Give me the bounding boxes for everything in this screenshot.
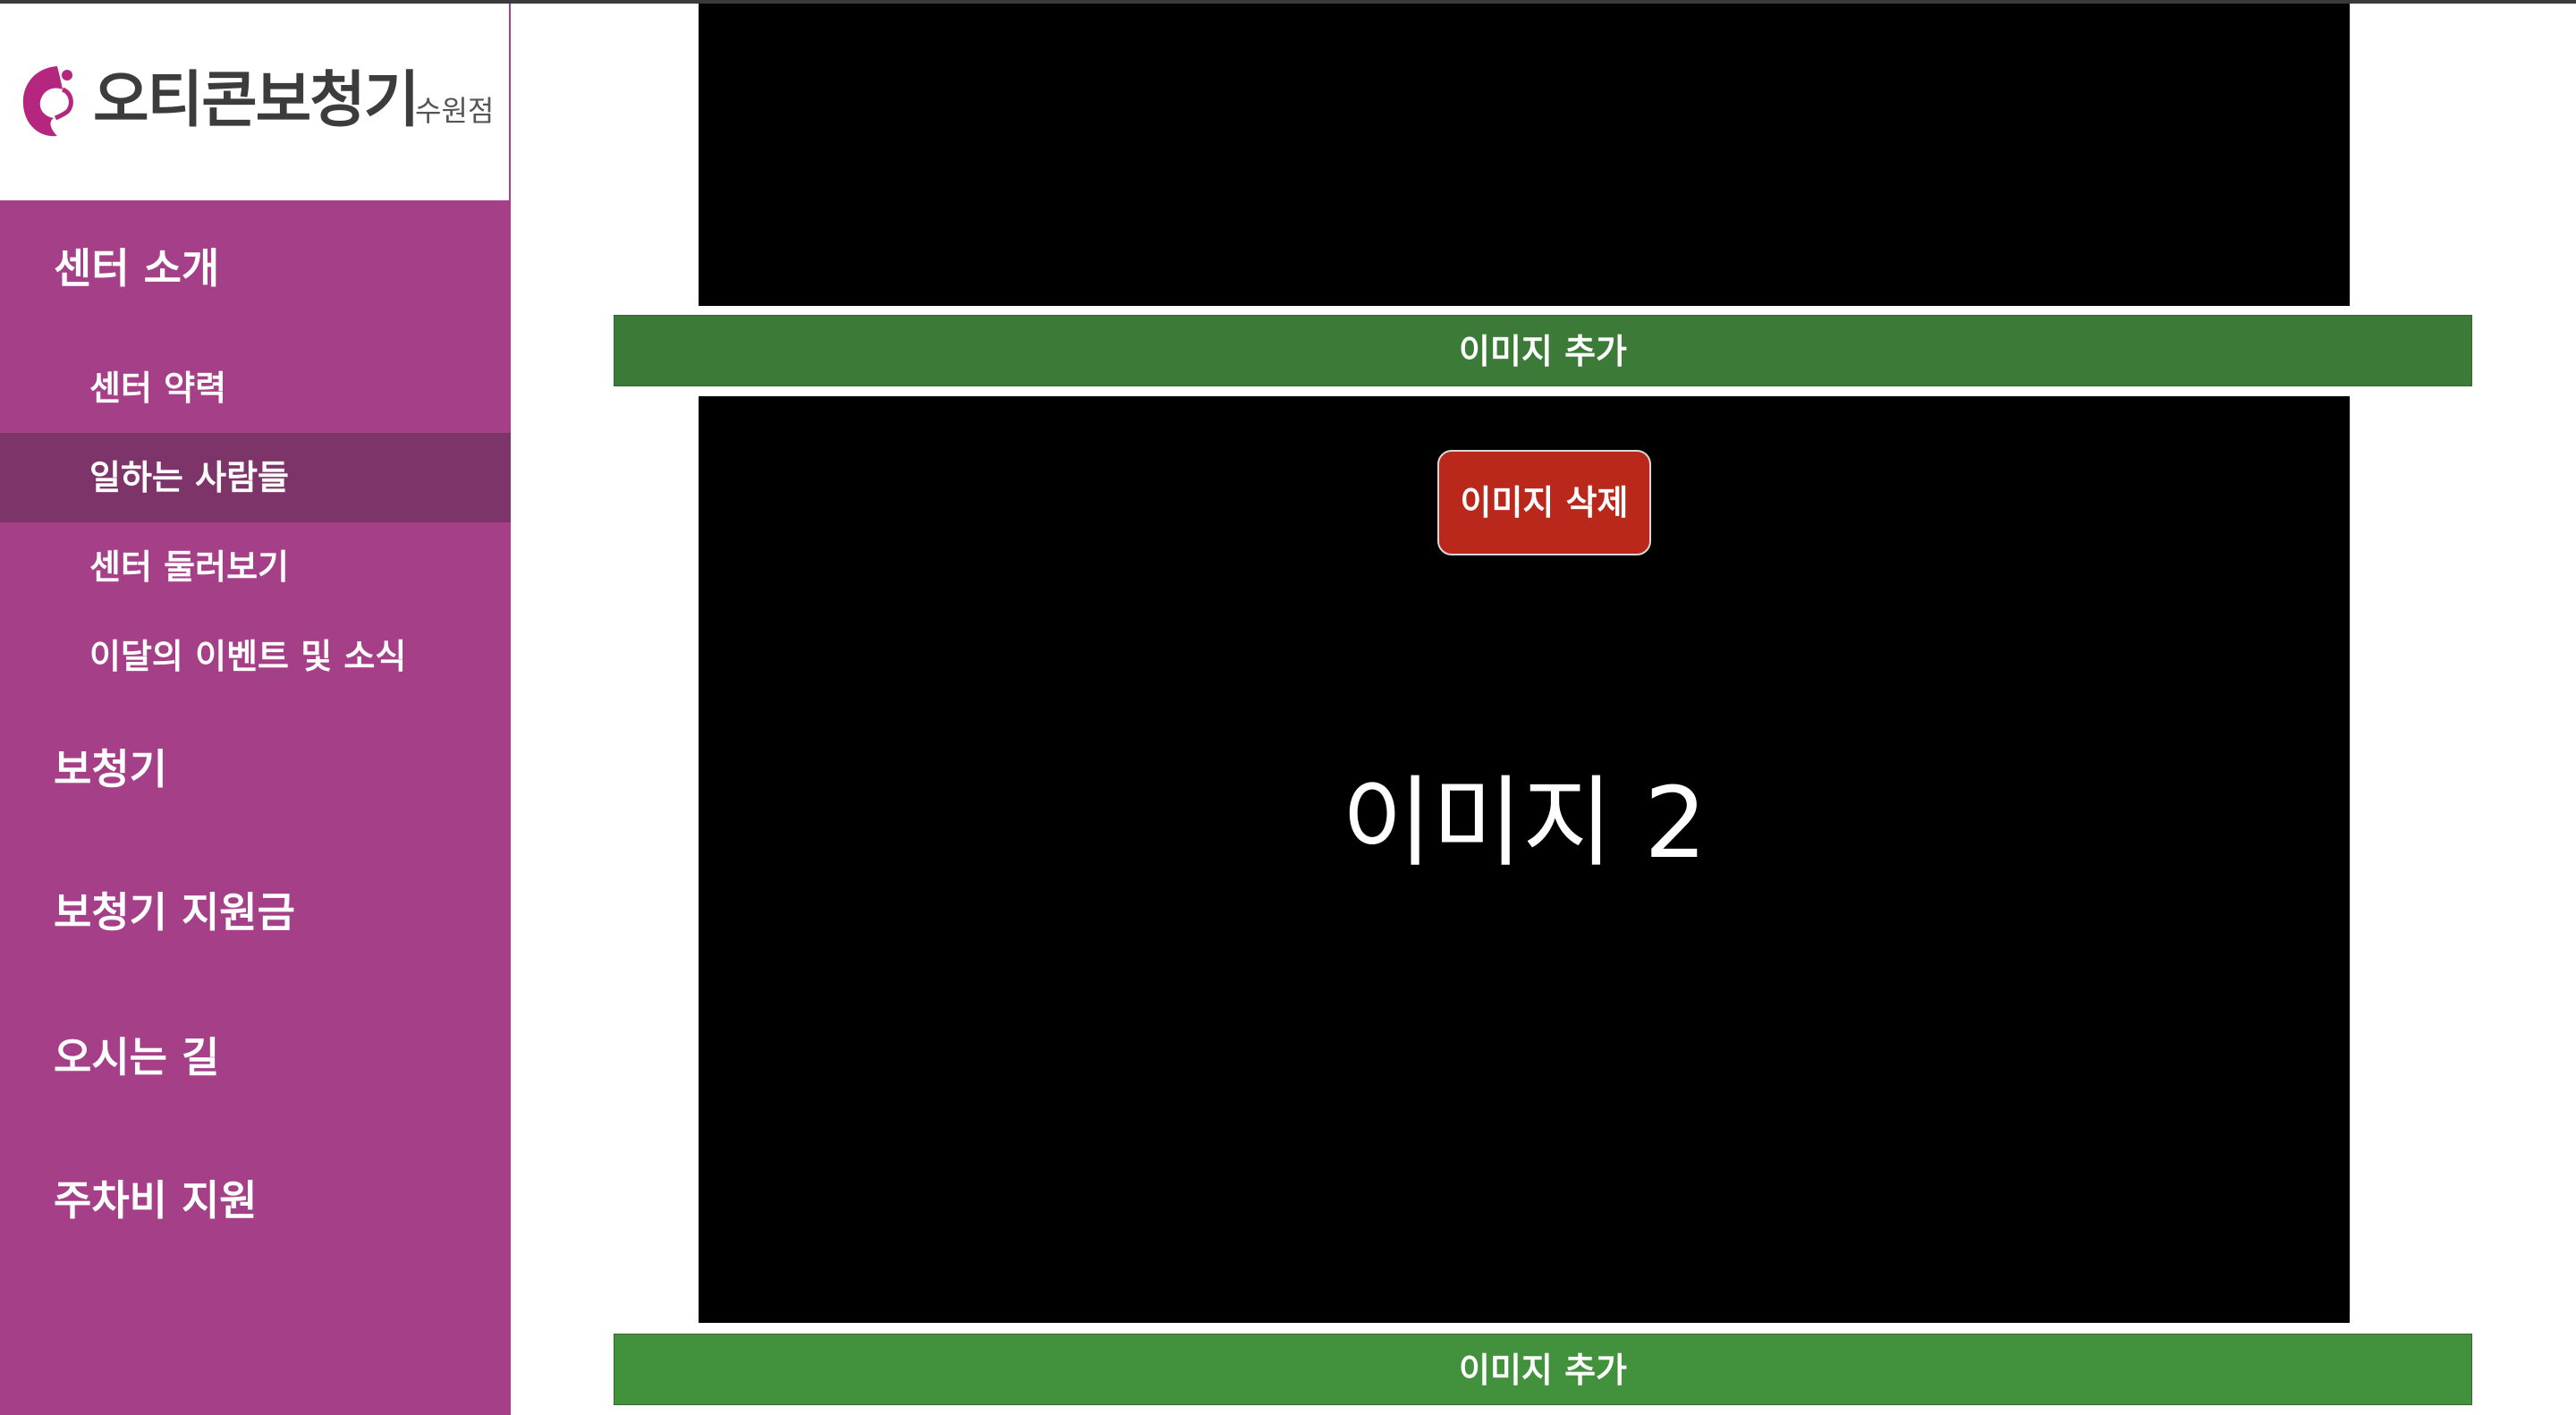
logo[interactable]: 오티콘보청기 수원점 (0, 4, 511, 200)
nav-hearing-aids[interactable]: 보청기 (0, 742, 564, 796)
nav-center-history[interactable]: 센터 약력 (0, 343, 511, 433)
image-slot-1 (699, 4, 2350, 306)
nav-parking-support[interactable]: 주차비 지원 (0, 1174, 564, 1227)
nav-directions[interactable]: 오시는 길 (0, 1030, 564, 1084)
nav-monthly-events[interactable]: 이달의 이벤트 및 소식 (0, 612, 511, 701)
nav-hearing-aid-subsidy[interactable]: 보청기 지원금 (0, 885, 564, 939)
image-label: 이미지 2 (1341, 766, 1707, 880)
logo-subtitle: 수원점 (415, 94, 495, 128)
nav-center-tour[interactable]: 센터 둘러보기 (0, 522, 511, 612)
delete-image-button[interactable]: 이미지 삭제 (1437, 450, 1651, 555)
add-image-button-bottom[interactable]: 이미지 추가 (614, 1334, 2472, 1405)
otikon-face-icon (22, 66, 73, 137)
nav-staff[interactable]: 일하는 사람들 (0, 433, 511, 522)
logo-title: 오티콘보청기 (93, 65, 419, 136)
nav-center-intro[interactable]: 센터 소개 (0, 241, 564, 295)
sidebar: 오티콘보청기 수원점 센터 소개 센터 약력 일하는 사람들 센터 둘러보기 이… (0, 4, 511, 1415)
add-image-button[interactable]: 이미지 추가 (614, 315, 2472, 386)
